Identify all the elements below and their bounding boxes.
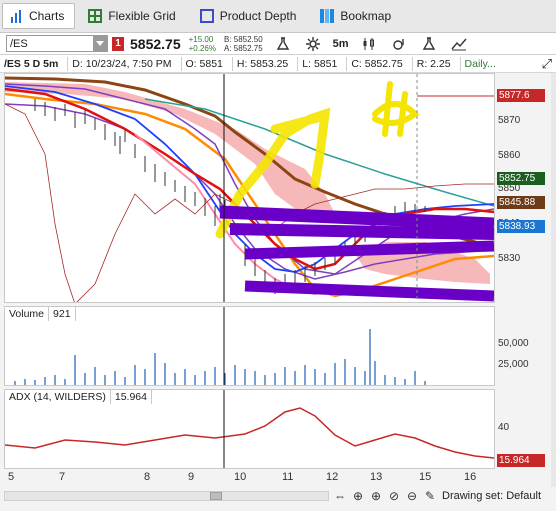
time-tick: 16 (464, 471, 477, 483)
adx-title: ADX (14, WILDERS) (5, 390, 111, 404)
time-tick: 9 (188, 471, 195, 483)
volume-title: Volume (5, 307, 50, 321)
scrollbar-thumb[interactable] (210, 492, 222, 500)
bid-ask: B: 5852.50 A: 5852.75 (224, 35, 263, 53)
product-depth-icon (199, 9, 214, 23)
chart-toolbar: /ES 1 5852.75 +15.00 +0.26% B: 5852.50 A… (0, 33, 556, 55)
zoom-reset-icon[interactable]: ⊕ (351, 489, 365, 503)
drawing-tools-icon[interactable] (449, 35, 469, 53)
strategy-flask-icon[interactable] (419, 35, 439, 53)
high-value: H: 5853.25 (236, 57, 289, 70)
aggregation-link[interactable]: Daily... (465, 58, 496, 70)
chart-title: /ES 5 D 5m (4, 57, 59, 70)
zoom-out-icon[interactable]: ⊖ (405, 489, 419, 503)
time-tick: 8 (144, 471, 151, 483)
time-tick: 10 (234, 471, 247, 483)
grid-icon (88, 9, 103, 23)
tab-bookmap[interactable]: Bookmap (313, 3, 402, 29)
zoom-in-icon[interactable]: ⊕ (369, 489, 383, 503)
tab-label: Bookmap (340, 9, 392, 23)
tab-product-depth[interactable]: Product Depth (193, 3, 308, 29)
last-price: 5852.75 (130, 35, 181, 52)
price-label-resistance: 5877.6 (497, 89, 545, 102)
price-panel[interactable] (4, 73, 495, 305)
gear-icon[interactable] (303, 35, 323, 53)
timeframe-selector[interactable]: 5m (333, 38, 349, 50)
change-value: +15.00 (188, 34, 214, 44)
volume-tick: 50,000 (498, 338, 529, 349)
price-label-ma: 5845.88 (497, 196, 545, 209)
studies-icon[interactable] (389, 35, 409, 53)
time-tick: 12 (326, 471, 339, 483)
price-change: +15.00 +0.26% (189, 35, 216, 53)
volume-label: Volume 921 (5, 307, 76, 321)
bid-value: B: 5852.50 (223, 34, 263, 44)
tab-label: Charts (29, 9, 65, 23)
tab-label: Flexible Grid (108, 9, 176, 23)
time-axis[interactable]: 5 7 8 9 10 11 12 13 15 16 (4, 470, 495, 486)
charts-icon (9, 9, 23, 23)
symbol-selector[interactable]: /ES (6, 35, 108, 52)
candle-style-icon[interactable] (359, 35, 379, 53)
change-percent: +0.26% (188, 43, 216, 53)
volume-bars (14, 307, 426, 385)
tab-label: Product Depth (219, 9, 297, 23)
pan-icon[interactable]: ⇔ (333, 489, 347, 503)
tab-charts[interactable]: Charts (2, 3, 76, 29)
open-value: O: 5851 (185, 57, 223, 70)
range-value: R: 2.25 (416, 57, 451, 70)
time-tick: 13 (370, 471, 383, 483)
adx-label: ADX (14, WILDERS) 15.964 (5, 390, 152, 404)
price-tick: 5860 (498, 150, 521, 161)
price-tick: 5830 (498, 253, 521, 264)
time-tick: 5 (8, 471, 15, 483)
adx-tick: 40 (498, 422, 510, 433)
close-value: C: 5852.75 (351, 57, 403, 70)
symbol-text: /ES (10, 37, 28, 50)
price-axis[interactable]: 5870 5860 5850 5840 5830 (495, 73, 551, 303)
bookmap-icon (320, 9, 335, 23)
volume-value: 921 (49, 307, 76, 321)
volume-axis: 50,000 25,000 (495, 306, 551, 386)
volume-tick: 25,000 (498, 359, 529, 370)
right-frame (551, 73, 556, 487)
adx-value: 15.964 (110, 390, 152, 404)
price-label-blue-ma: 5838.93 (497, 220, 545, 233)
time-tick: 15 (419, 471, 432, 483)
price-label-last: 5852.75 (497, 172, 545, 185)
link-group-badge[interactable]: 1 (112, 36, 124, 51)
bar-datetime: D: 10/23/24, 7:50 PM (72, 57, 172, 70)
drawing-pencil-icon[interactable]: ✎ (423, 489, 437, 503)
tab-bar: Charts Flexible Grid Product Depth Bookm… (0, 0, 556, 33)
chevron-down-icon[interactable] (93, 36, 107, 51)
time-tick: 11 (282, 471, 294, 483)
zoom-area-icon[interactable]: ⊘ (387, 489, 401, 503)
price-chart (4, 74, 495, 305)
ohlc-info-bar: /ES 5 D 5m D: 10/23/24, 7:50 PM O: 5851 … (0, 55, 556, 73)
drawing-set-label[interactable]: Drawing set: Default (442, 490, 541, 502)
flask-icon[interactable] (273, 35, 293, 53)
adx-current-label: 15.964 (497, 454, 545, 467)
time-scrollbar[interactable] (4, 491, 329, 501)
volume-panel[interactable] (4, 306, 495, 386)
ask-value: A: 5852.75 (223, 43, 263, 53)
crosshair-settings-icon[interactable]: ⤢ (542, 56, 552, 72)
price-tick: 5870 (498, 115, 521, 126)
time-tick: 7 (59, 471, 66, 483)
low-value: L: 5851 (302, 57, 338, 70)
tab-flexible-grid[interactable]: Flexible Grid (81, 3, 186, 29)
